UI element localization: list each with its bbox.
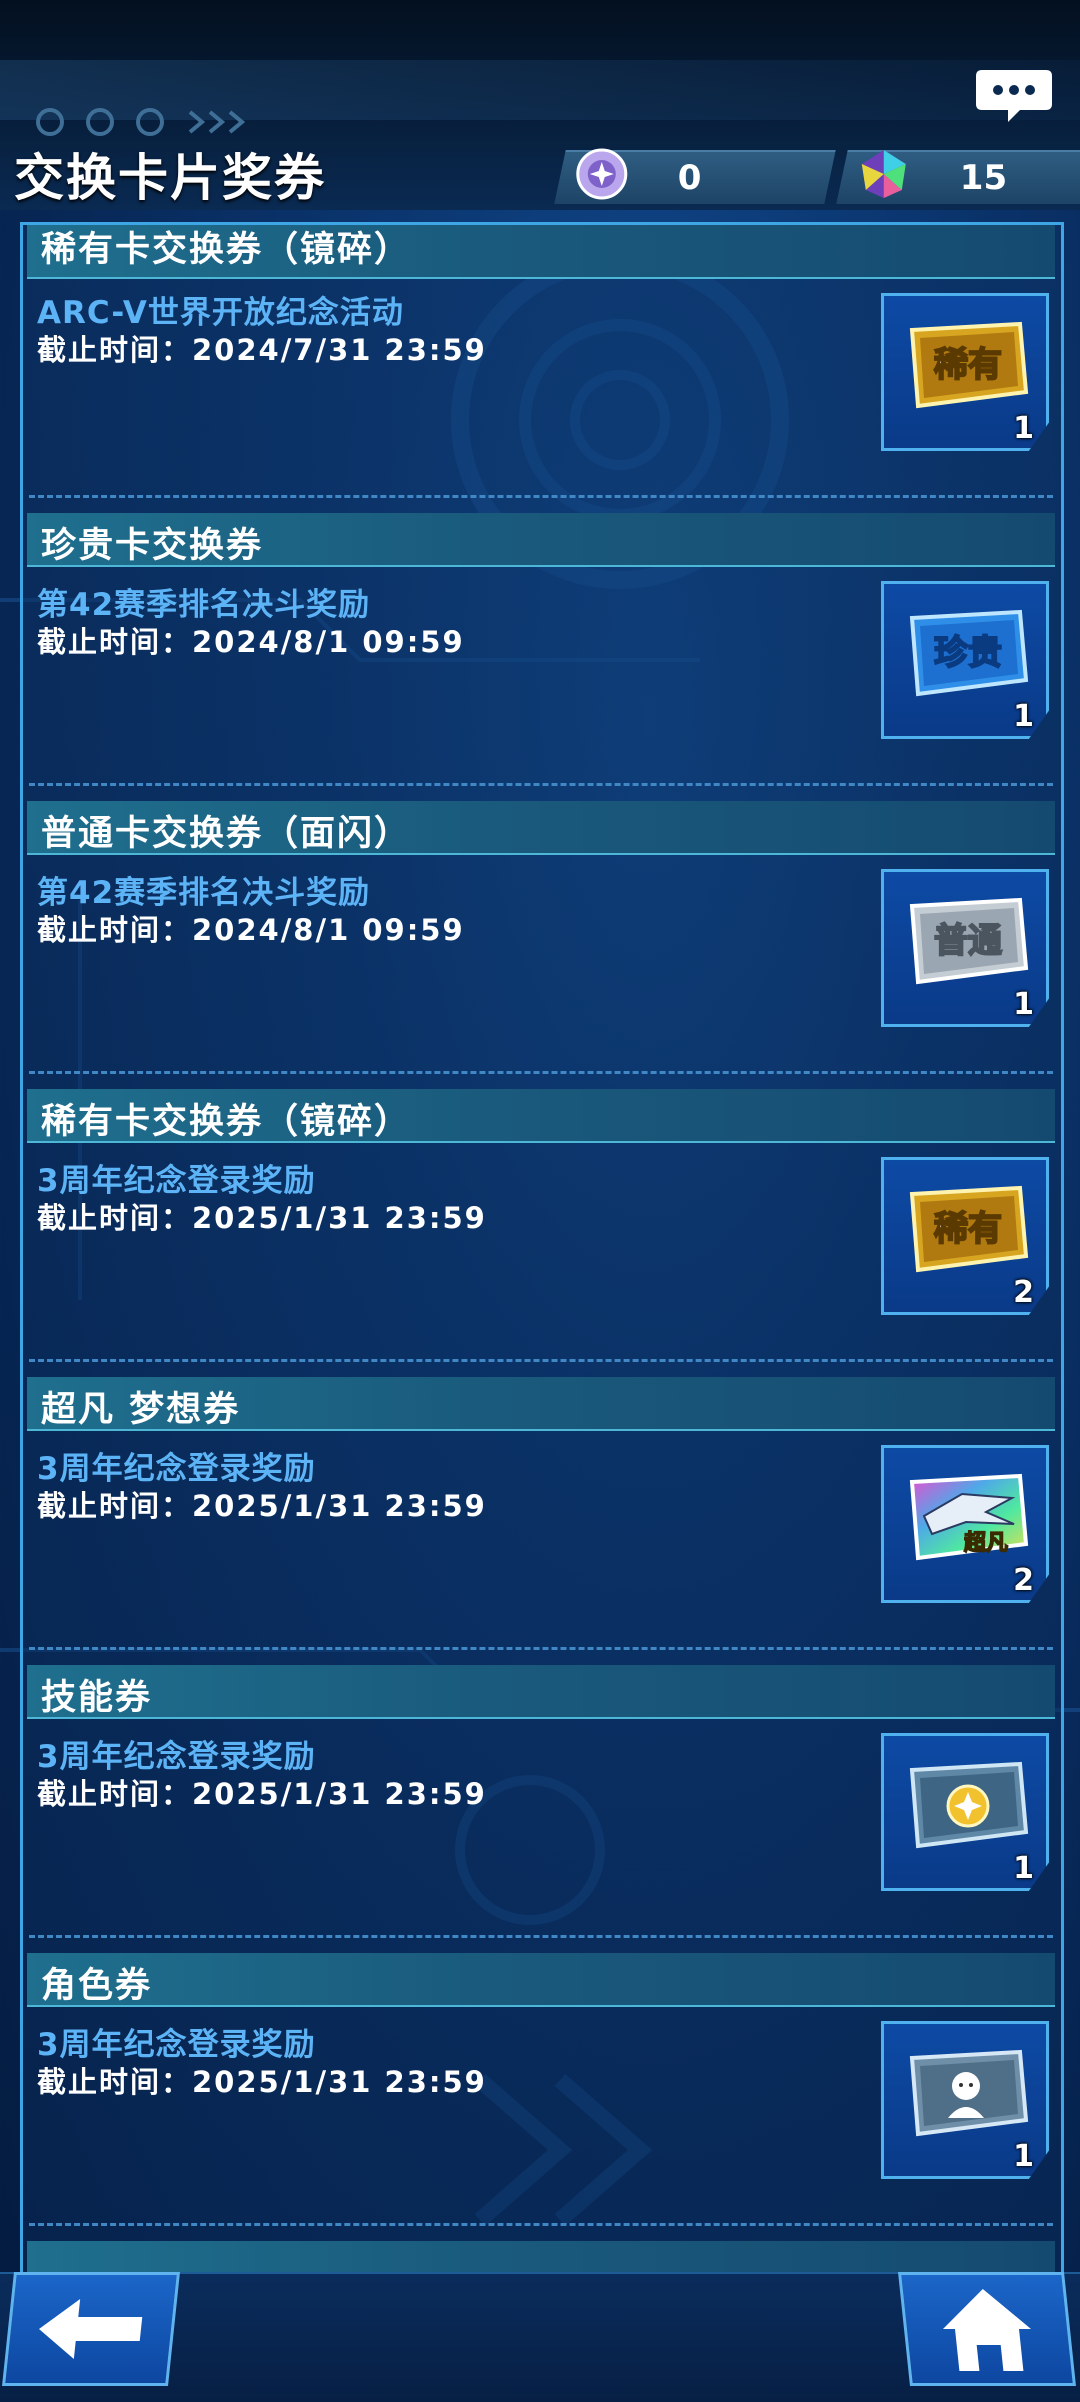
ticket-count: 2 (1013, 1563, 1034, 1598)
home-button[interactable] (898, 2272, 1076, 2386)
ticket-name: 稀有卡交换券（镜碎） (41, 1102, 412, 1142)
orb-icon (576, 148, 628, 200)
ticket-source: ARC-V世界开放纪念活动 (37, 295, 404, 331)
ticket-deadline: 截止时间：2024/8/1 09:59 (37, 913, 465, 947)
divider (29, 2223, 1053, 2226)
header-decoration (36, 108, 246, 136)
page-title: 交换卡片奖券 (14, 149, 326, 207)
ticket-thumbnail[interactable]: 稀有 1 (881, 293, 1049, 451)
ticket-deadline: 截止时间：2025/1/31 23:59 (37, 1201, 487, 1235)
ticket-header: 普通卡交换券（面闪） (27, 801, 1055, 855)
ticket-badge-text: 稀有 (934, 345, 1002, 385)
ticket-count: 1 (1013, 411, 1034, 446)
ticket-header: 稀有卡交换券（镜碎） (27, 225, 1055, 279)
divider (29, 1647, 1053, 1650)
top-bar: 交换卡片奖券 0 15 (0, 0, 1080, 210)
ticket-deadline: 截止时间：2025/1/31 23:59 (37, 1777, 487, 1811)
ticket-header: 技能券 (27, 1665, 1055, 1719)
back-button[interactable] (2, 2272, 180, 2386)
ticket-count: 1 (1013, 2139, 1034, 2174)
ticket-name: 技能券 (41, 1678, 153, 1718)
ticket-badge-text: 超凡 (964, 1531, 1008, 1556)
ticket-deadline: 截止时间：2025/1/31 23:59 (37, 1489, 487, 1523)
divider (29, 495, 1053, 498)
ticket-thumbnail[interactable]: 珍贵 1 (881, 581, 1049, 739)
ticket-source: 3周年纪念登录奖励 (37, 1739, 316, 1775)
ticket-list[interactable]: 稀有卡交换券（镜碎） ARC-V世界开放纪念活动 截止时间：2024/7/31 … (20, 222, 1064, 2275)
ticket-thumbnail[interactable]: 1 (881, 2021, 1049, 2179)
rare-ticket-icon: 稀有 (909, 321, 1029, 409)
divider (29, 1359, 1053, 1362)
normal-ticket-icon: 普通 (909, 897, 1029, 985)
precious-ticket-icon: 珍贵 (909, 609, 1029, 697)
dream-ticket-icon: 超凡 (909, 1473, 1029, 1561)
ticket-name: 角色券 (41, 1966, 153, 2006)
ticket-deadline: 截止时间：2024/7/31 23:59 (37, 333, 487, 367)
ticket-row[interactable]: 普通卡交换券（面闪） 第42赛季排名决斗奖励 截止时间：2024/8/1 09:… (23, 801, 1061, 1089)
ticket-thumbnail[interactable]: 1 (881, 1733, 1049, 1891)
divider (29, 783, 1053, 786)
ticket-badge-text: 珍贵 (934, 633, 1002, 673)
ticket-thumbnail[interactable]: 普通 1 (881, 869, 1049, 1027)
ticket-thumbnail[interactable]: 超凡 2 (881, 1445, 1049, 1603)
ticket-header: 珍贵卡交换券 (27, 513, 1055, 567)
ticket-thumbnail[interactable]: 稀有 2 (881, 1157, 1049, 1315)
ticket-header: 角色券 (27, 1953, 1055, 2007)
ticket-row[interactable]: 技能券 3周年纪念登录奖励 截止时间：2025/1/31 23:59 1 (23, 1665, 1061, 1953)
ticket-source: 3周年纪念登录奖励 (37, 2027, 316, 2063)
ticket-header: 稀有卡交换券（镜碎） (27, 1089, 1055, 1143)
ticket-badge-text: 稀有 (934, 1209, 1002, 1249)
ticket-header-partial (27, 2241, 1055, 2275)
skill-ticket-icon (909, 1761, 1029, 1849)
character-ticket-icon (909, 2049, 1029, 2137)
ticket-count: 1 (1013, 1851, 1034, 1886)
gem-icon (861, 150, 906, 198)
chat-bubble-icon (976, 70, 1052, 122)
orb-count: 0 (677, 158, 702, 198)
ticket-header: 超凡 梦想券 (27, 1377, 1055, 1431)
ticket-badge-text: 普通 (934, 921, 1002, 961)
gem-currency: 15 (836, 150, 1080, 204)
divider (29, 1071, 1053, 1074)
ticket-row[interactable]: 稀有卡交换券（镜碎） 3周年纪念登录奖励 截止时间：2025/1/31 23:5… (23, 1089, 1061, 1377)
ticket-source: 3周年纪念登录奖励 (37, 1451, 316, 1487)
ticket-name: 超凡 梦想券 (41, 1390, 241, 1430)
ticket-deadline: 截止时间：2024/8/1 09:59 (37, 625, 465, 659)
home-icon (943, 2289, 1031, 2371)
ticket-row[interactable]: 珍贵卡交换券 第42赛季排名决斗奖励 截止时间：2024/8/1 09:59 珍… (23, 513, 1061, 801)
ticket-row[interactable]: 超凡 梦想券 3周年纪念登录奖励 截止时间：2025/1/31 23:59 超凡… (23, 1377, 1061, 1665)
ticket-deadline: 截止时间：2025/1/31 23:59 (37, 2065, 487, 2099)
ticket-count: 2 (1013, 1275, 1034, 1310)
gem-count: 15 (959, 158, 1008, 198)
arrow-left-icon (39, 2299, 143, 2359)
ticket-name: 珍贵卡交换券 (41, 526, 264, 566)
ticket-source: 3周年纪念登录奖励 (37, 1163, 316, 1199)
ticket-row[interactable]: 稀有卡交换券（镜碎） ARC-V世界开放纪念活动 截止时间：2024/7/31 … (23, 225, 1061, 513)
ticket-count: 1 (1013, 699, 1034, 734)
divider (29, 1935, 1053, 1938)
ticket-row[interactable]: 角色券 3周年纪念登录奖励 截止时间：2025/1/31 23:59 1 (23, 1953, 1061, 2241)
rare-ticket-icon: 稀有 (909, 1185, 1029, 1273)
ticket-source: 第42赛季排名决斗奖励 (37, 875, 371, 911)
ticket-name: 稀有卡交换券（镜碎） (41, 230, 412, 270)
orb-currency: 0 (554, 148, 836, 204)
ticket-name: 普通卡交换券（面闪） (41, 814, 412, 854)
chat-button[interactable] (974, 66, 1054, 126)
ticket-source: 第42赛季排名决斗奖励 (37, 587, 371, 623)
ticket-count: 1 (1013, 987, 1034, 1022)
